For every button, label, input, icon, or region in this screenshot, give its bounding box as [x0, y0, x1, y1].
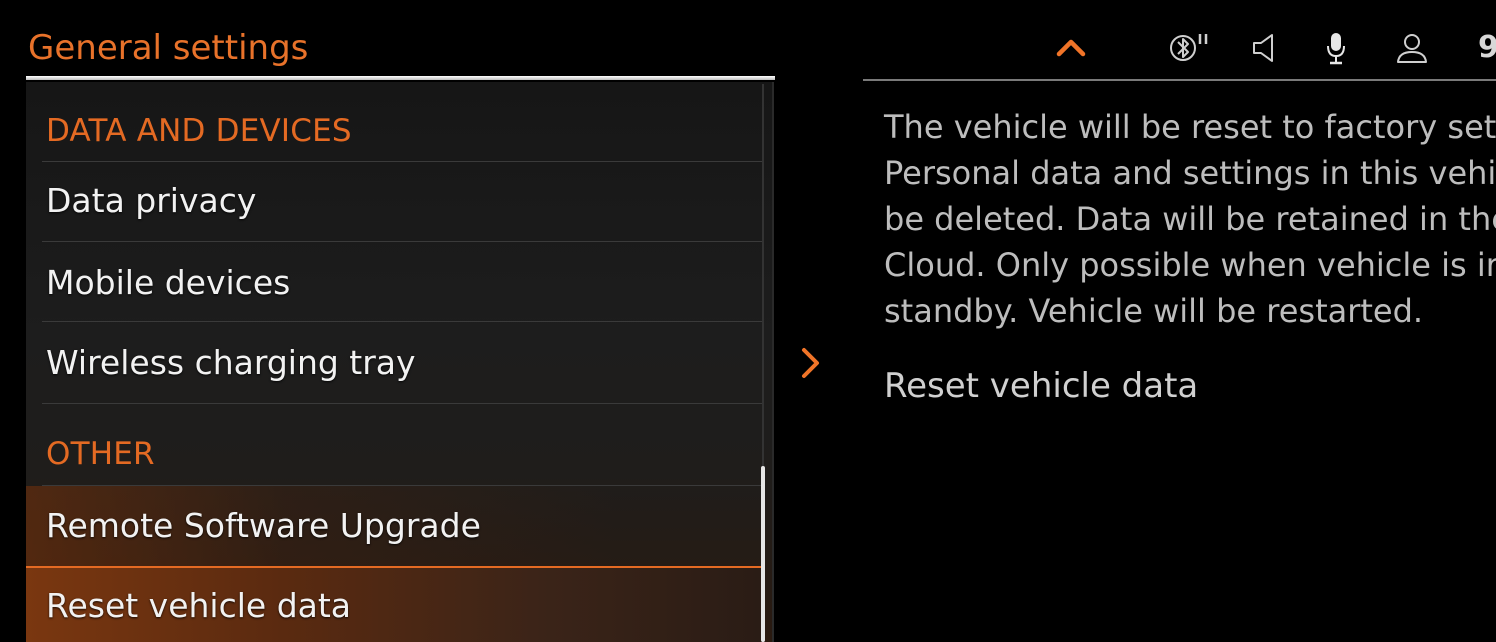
- description-line: The vehicle will be reset to factory set: [884, 108, 1496, 146]
- description-line: Cloud. Only possible when vehicle is ir: [884, 246, 1496, 284]
- reset-vehicle-data-action[interactable]: Reset vehicle data: [884, 366, 1198, 406]
- menu-item-label: Data privacy: [46, 181, 257, 220]
- settings-menu: DATA AND DEVICES Data privacy Mobile dev…: [26, 82, 774, 642]
- section-header-other: OTHER: [26, 404, 762, 486]
- description-line: be deleted. Data will be retained in the: [884, 200, 1496, 238]
- status-bar-divider: [863, 79, 1496, 81]
- microphone-icon: [1327, 33, 1345, 65]
- reset-description: The vehicle will be reset to factory set…: [884, 104, 1496, 334]
- scrollbar-thumb[interactable]: [761, 466, 765, 642]
- user-profile-icon[interactable]: [1394, 30, 1430, 66]
- infotainment-screen: General settings DATA AND DEVICES Data p…: [0, 0, 1496, 642]
- menu-item-label: Wireless charging tray: [46, 343, 416, 382]
- description-line: Personal data and settings in this vehi: [884, 154, 1496, 192]
- menu-item-label: Reset vehicle data: [46, 586, 352, 625]
- menu-item-label: Remote Software Upgrade: [46, 506, 481, 545]
- menu-item-remote-software-upgrade[interactable]: Remote Software Upgrade: [26, 486, 762, 566]
- bluetooth-icon: [1170, 34, 1208, 61]
- chevron-up-icon[interactable]: [1054, 30, 1088, 66]
- title-divider: [26, 76, 775, 80]
- section-header-label: OTHER: [46, 436, 155, 472]
- chevron-right-icon[interactable]: [798, 346, 824, 380]
- menu-item-data-privacy[interactable]: Data privacy: [26, 162, 762, 242]
- section-header-data-and-devices: DATA AND DEVICES: [26, 106, 762, 162]
- menu-item-mobile-devices[interactable]: Mobile devices: [26, 242, 762, 322]
- menu-item-reset-vehicle-data[interactable]: Reset vehicle data: [26, 566, 762, 642]
- description-line: standby. Vehicle will be restarted.: [884, 292, 1424, 330]
- speaker-icon: [1253, 34, 1273, 62]
- page-title: General settings: [28, 28, 309, 68]
- menu-item-wireless-charging-tray[interactable]: Wireless charging tray: [26, 322, 762, 404]
- menu-item-label: Mobile devices: [46, 263, 291, 302]
- clock-time: 9: [1478, 30, 1496, 65]
- section-header-label: DATA AND DEVICES: [46, 113, 352, 149]
